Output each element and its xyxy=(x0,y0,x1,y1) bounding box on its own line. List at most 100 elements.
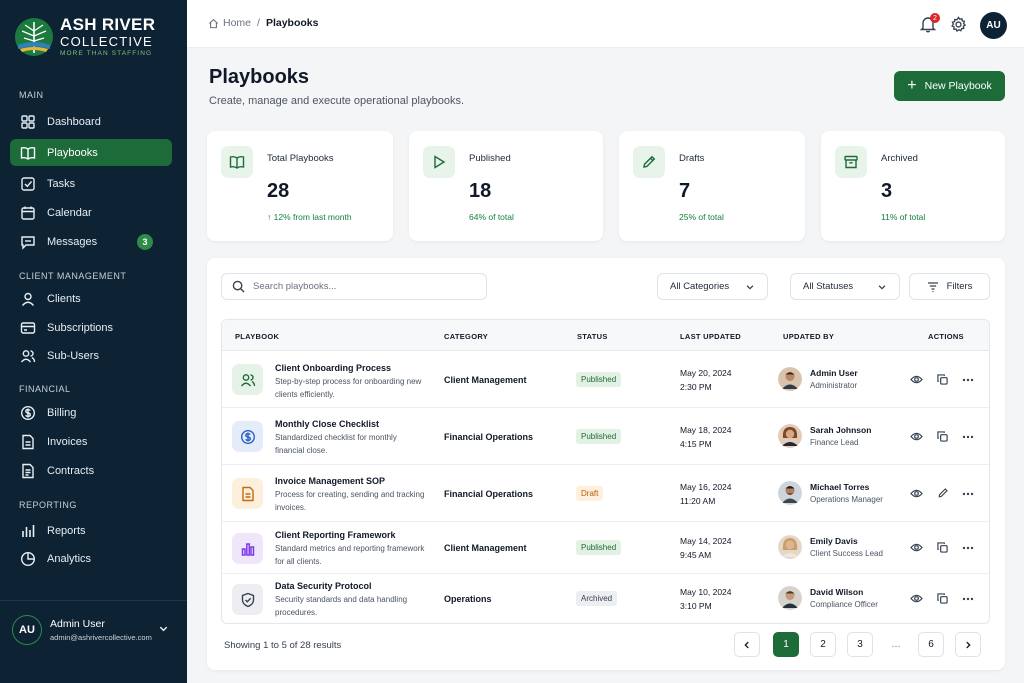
prev-page-button[interactable] xyxy=(734,632,760,657)
more-icon[interactable] xyxy=(962,546,974,550)
more-icon[interactable] xyxy=(962,435,974,439)
category-select-value: All Categories xyxy=(670,281,730,292)
page-button-2[interactable]: 2 xyxy=(810,632,836,657)
sidebar-item-billing[interactable]: Billing xyxy=(10,399,172,426)
table-row[interactable]: Data Security Protocol Security standard… xyxy=(222,574,989,623)
filter-icon xyxy=(927,281,938,292)
sidebar-item-invoices[interactable]: Invoices xyxy=(10,428,172,455)
search-box[interactable] xyxy=(221,273,487,300)
updated-by-name: Sarah Johnson xyxy=(810,425,872,435)
table-row[interactable]: Client Reporting Framework Standard metr… xyxy=(222,522,989,574)
gear-icon[interactable] xyxy=(950,16,967,33)
user-name: Admin User xyxy=(50,618,105,630)
playbook-category: Financial Operations xyxy=(444,489,534,499)
avatar xyxy=(778,586,802,610)
filters-button[interactable]: Filters xyxy=(909,273,990,300)
sidebar-item-messages[interactable]: Messages 3 xyxy=(10,228,172,255)
copy-icon[interactable] xyxy=(937,542,948,553)
status-badge: Published xyxy=(576,372,622,387)
users-icon xyxy=(20,349,36,362)
page-ellipsis: … xyxy=(891,639,901,650)
updated-by-name: Michael Torres xyxy=(810,482,870,492)
col-last-updated[interactable]: LAST UPDATED xyxy=(680,332,741,341)
sidebar-user-menu[interactable]: AU Admin User admin@ashrivercollective.c… xyxy=(0,600,187,683)
user-avatar[interactable]: AU xyxy=(980,12,1007,39)
playbook-name[interactable]: Invoice Management SOP xyxy=(275,476,385,486)
playbook-name[interactable]: Data Security Protocol xyxy=(275,581,372,591)
filters-label: Filters xyxy=(946,281,973,292)
updated-date: May 18, 2024 xyxy=(680,425,732,435)
page-button-3[interactable]: 3 xyxy=(847,632,873,657)
table-row[interactable]: Monthly Close Checklist Standardized che… xyxy=(222,408,989,465)
copy-icon[interactable] xyxy=(937,374,948,385)
breadcrumb-home[interactable]: Home xyxy=(223,17,251,29)
sidebar-item-dashboard[interactable]: Dashboard xyxy=(10,108,172,135)
next-page-button[interactable] xyxy=(955,632,981,657)
stat-icon-box xyxy=(633,146,665,178)
sidebar-item-label: Invoices xyxy=(47,435,88,448)
table-row[interactable]: Invoice Management SOP Process for creat… xyxy=(222,465,989,522)
avatar xyxy=(778,424,802,448)
updated-time: 4:15 PM xyxy=(680,439,712,449)
sidebar-item-contracts[interactable]: Contracts xyxy=(10,457,172,484)
copy-icon[interactable] xyxy=(937,593,948,604)
stat-card-total: Total Playbooks 28 ↑ 12% from last month xyxy=(207,131,393,241)
chevron-left-icon xyxy=(744,641,749,648)
status-select-value: All Statuses xyxy=(803,281,854,292)
playbook-name[interactable]: Monthly Close Checklist xyxy=(275,419,379,429)
more-icon[interactable] xyxy=(962,492,974,496)
col-actions: ACTIONS xyxy=(928,332,964,341)
sidebar-item-calendar[interactable]: Calendar xyxy=(10,199,172,226)
breadcrumb: Home / Playbooks xyxy=(208,17,318,29)
sidebar-item-label: Reports xyxy=(47,524,86,537)
brand-name: ASH RIVER xyxy=(60,15,156,34)
plus-icon: + xyxy=(907,77,917,94)
more-icon[interactable] xyxy=(962,597,974,601)
dollar-circle-icon xyxy=(240,429,255,444)
nav-section-financial: FINANCIAL xyxy=(19,384,71,394)
page-button-6[interactable]: 6 xyxy=(918,632,944,657)
page-button-1[interactable]: 1 xyxy=(773,632,799,657)
status-select[interactable]: All Statuses xyxy=(790,273,900,300)
eye-icon[interactable] xyxy=(910,374,923,385)
new-playbook-button[interactable]: + New Playbook xyxy=(894,71,1005,101)
sidebar-item-sub-users[interactable]: Sub-Users xyxy=(10,342,172,369)
col-updated-by[interactable]: UPDATED BY xyxy=(783,332,834,341)
category-select[interactable]: All Categories xyxy=(657,273,768,300)
pencil-icon[interactable] xyxy=(937,487,949,499)
avatar xyxy=(778,367,802,391)
updated-by-name: David Wilson xyxy=(810,587,864,597)
eye-icon[interactable] xyxy=(910,488,923,499)
sidebar-item-clients[interactable]: Clients xyxy=(10,285,172,312)
sidebar-item-subscriptions[interactable]: Subscriptions xyxy=(10,314,172,341)
sidebar-item-playbooks[interactable]: Playbooks xyxy=(10,139,172,166)
chevron-down-icon[interactable] xyxy=(158,623,169,634)
table-row[interactable]: Client Onboarding Process Step-by-step p… xyxy=(222,351,989,408)
user-icon xyxy=(21,292,35,306)
eye-icon[interactable] xyxy=(910,542,923,553)
nav-section-reporting: REPORTING xyxy=(19,500,77,510)
playbook-description: Standard metrics and reporting framework… xyxy=(275,544,425,566)
eye-icon[interactable] xyxy=(910,431,923,442)
stat-note: 11% of total xyxy=(881,212,926,222)
playbooks-panel: All Categories All Statuses Filters PLAY… xyxy=(207,258,1005,670)
playbook-name[interactable]: Client Onboarding Process xyxy=(275,363,391,373)
brand-logo[interactable]: ASH RIVER COLLECTIVE MORE THAN STAFFING xyxy=(14,16,155,58)
stat-card-published: Published 18 64% of total xyxy=(409,131,603,241)
playbook-name[interactable]: Client Reporting Framework xyxy=(275,530,396,540)
eye-icon[interactable] xyxy=(910,593,923,604)
col-status[interactable]: STATUS xyxy=(577,332,608,341)
more-icon[interactable] xyxy=(962,378,974,382)
sidebar-item-reports[interactable]: Reports xyxy=(10,517,172,544)
col-category[interactable]: CATEGORY xyxy=(444,332,488,341)
sidebar-item-analytics[interactable]: Analytics xyxy=(10,545,172,572)
search-input[interactable] xyxy=(253,281,473,292)
updated-by-role: Compliance Officer xyxy=(810,600,878,609)
copy-icon[interactable] xyxy=(937,431,948,442)
playbook-icon-box xyxy=(232,421,263,452)
bar-chart-icon xyxy=(22,524,35,537)
playbook-description: Security standards and data handling pro… xyxy=(275,595,408,617)
stat-label: Total Playbooks xyxy=(267,153,334,164)
sidebar-item-tasks[interactable]: Tasks xyxy=(10,170,172,197)
col-playbook[interactable]: PLAYBOOK xyxy=(235,332,279,341)
